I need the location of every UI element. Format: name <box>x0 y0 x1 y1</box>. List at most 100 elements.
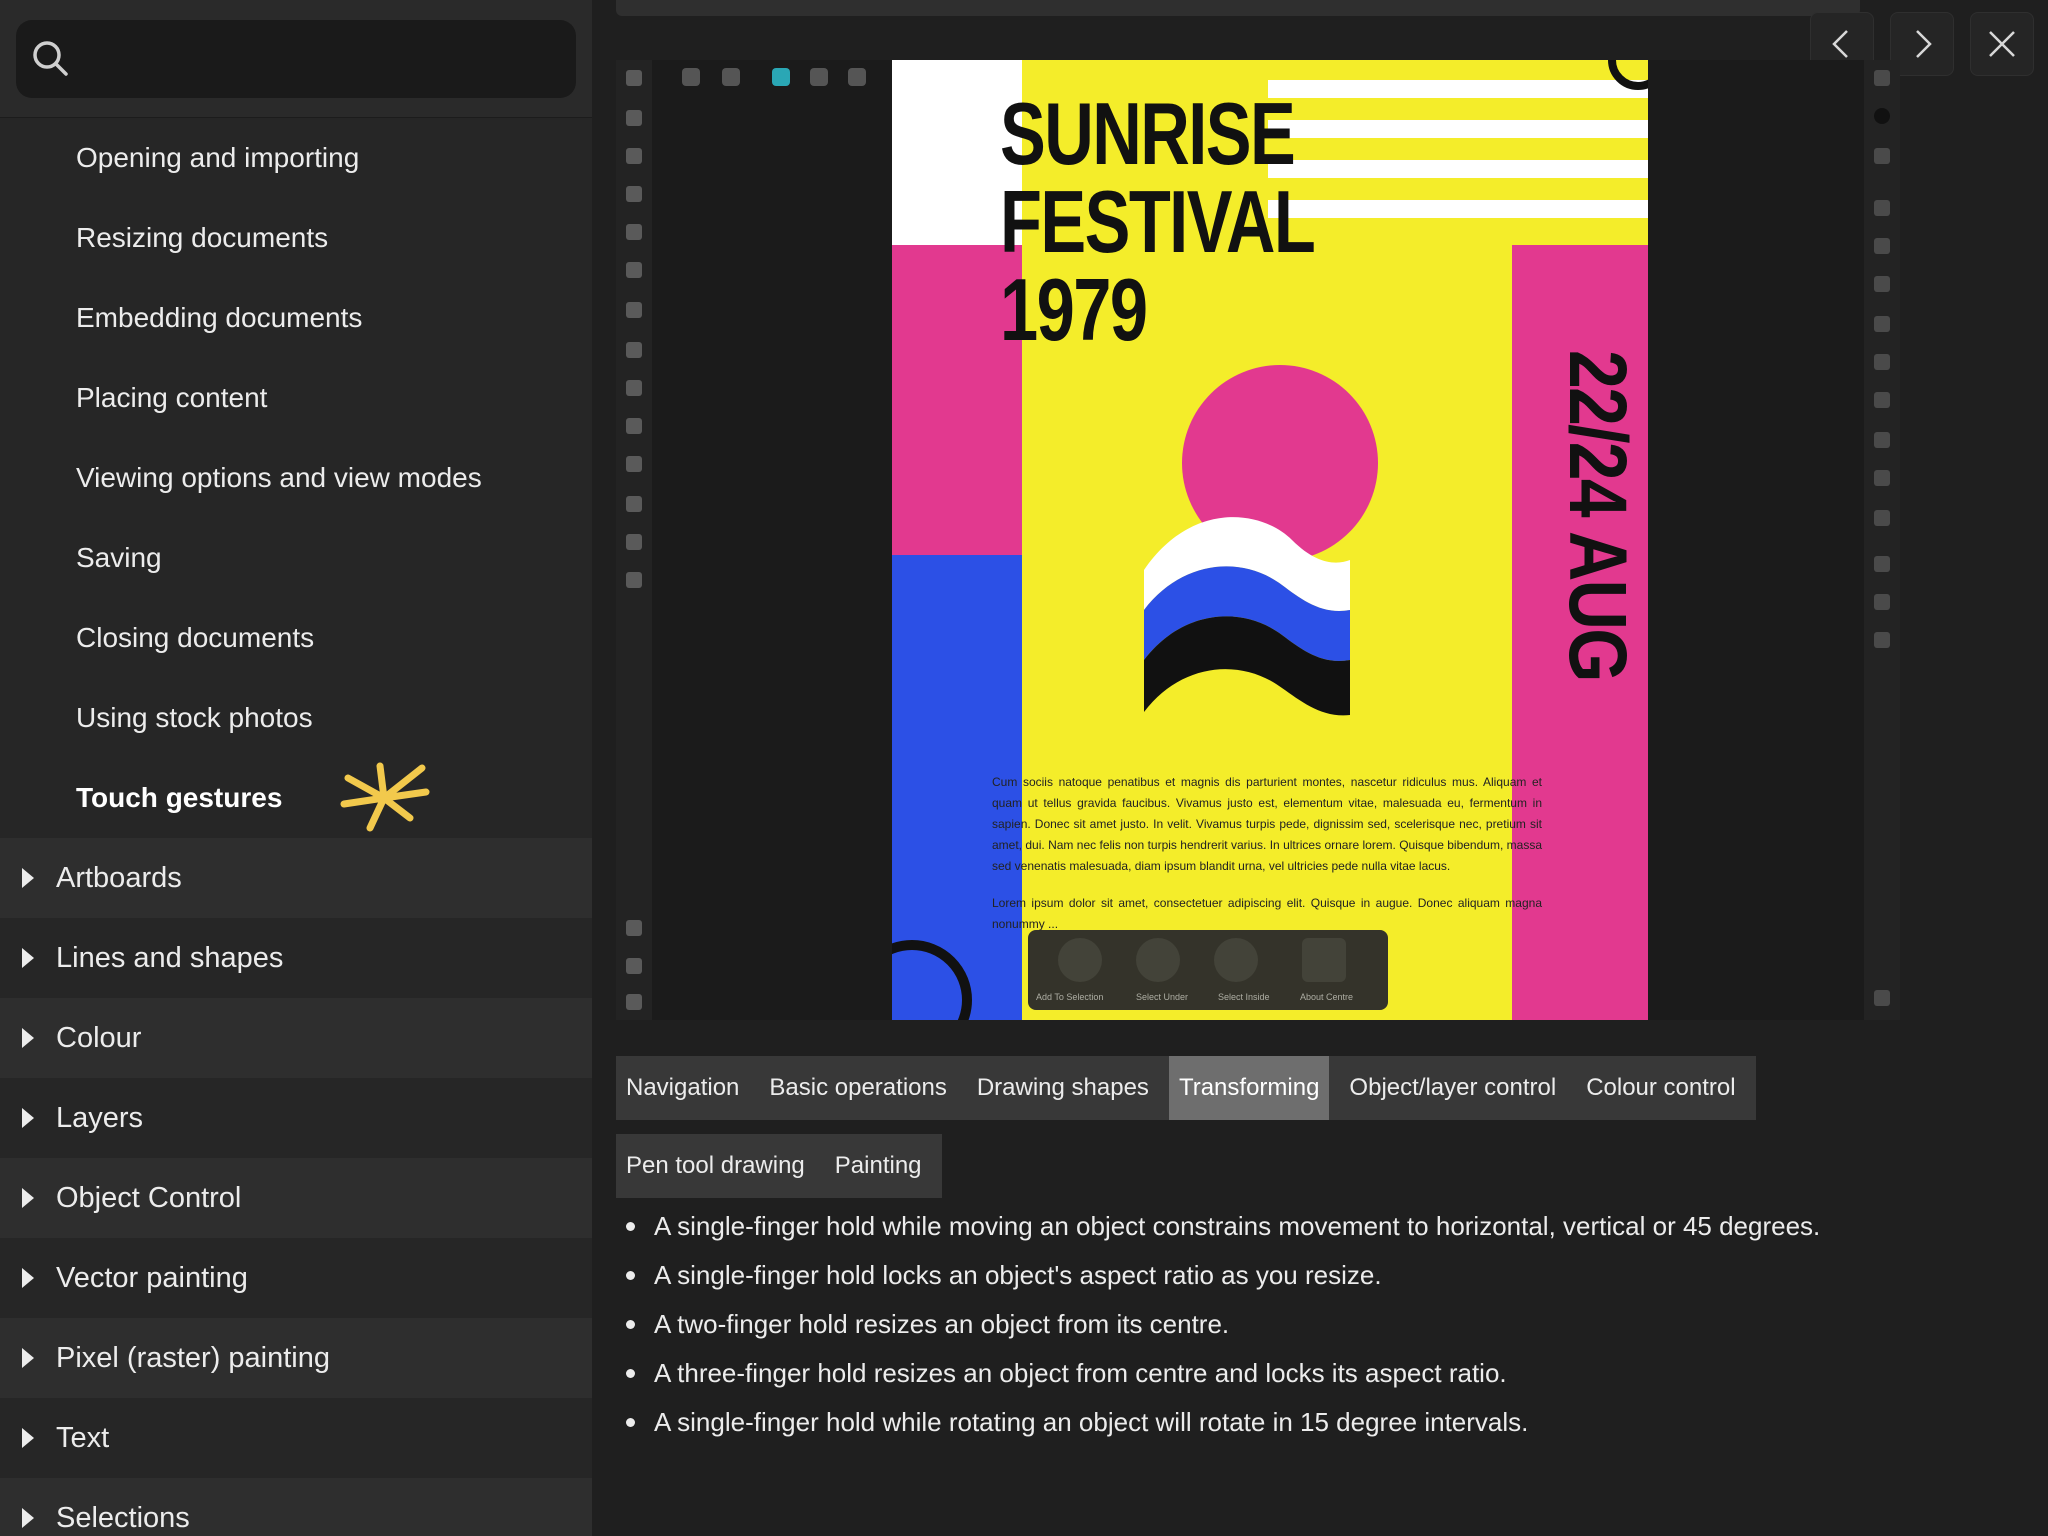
triangle-right-icon <box>0 866 56 890</box>
sidebar-item-placing-content[interactable]: Placing content <box>0 358 592 438</box>
triangle-right-icon <box>0 1266 56 1290</box>
chevron-right-icon <box>1916 30 1932 58</box>
text-styles-icon <box>1874 510 1890 526</box>
document-icon <box>682 68 700 86</box>
sidebar: Opening and importing Resizing documents… <box>0 0 592 1536</box>
list-item: A three-finger hold resizes an object fr… <box>616 1355 1836 1391</box>
section-label: Colour <box>56 1021 142 1054</box>
poster-stripe <box>1268 200 1648 218</box>
section-label: Pixel (raster) painting <box>56 1341 330 1374</box>
tab-transforming[interactable]: Transforming <box>1168 1056 1330 1120</box>
list-item: A two-finger hold resizes an object from… <box>616 1306 1836 1342</box>
section-artboards[interactable]: Artboards <box>0 838 592 918</box>
selection-context-toolbar: Add To Selection Select Under Select Ins… <box>1028 930 1388 1010</box>
sidebar-item-using-stock-photos[interactable]: Using stock photos <box>0 678 592 758</box>
back-icon <box>626 70 642 86</box>
shape-tool-icon <box>626 496 642 512</box>
corner-tool-icon <box>626 186 642 202</box>
select-inside-button[interactable] <box>1214 938 1258 982</box>
section-selections[interactable]: Selections <box>0 1478 592 1536</box>
tab-basic-operations[interactable]: Basic operations <box>759 1056 956 1120</box>
text-tool-icon <box>626 534 642 550</box>
tab-colour-control[interactable]: Colour control <box>1576 1056 1745 1120</box>
section-object-control[interactable]: Object Control <box>0 1158 592 1238</box>
section-label: Vector painting <box>56 1261 248 1294</box>
sub-item-list: Opening and importing Resizing documents… <box>0 118 592 838</box>
triangle-right-icon <box>0 946 56 970</box>
brush-tool-icon <box>626 342 642 358</box>
node-tool-icon <box>626 148 642 164</box>
tab-navigation[interactable]: Navigation <box>616 1056 749 1120</box>
top-strip <box>616 0 1860 16</box>
stroke-icon <box>1874 148 1890 164</box>
export-icon <box>848 68 866 86</box>
history-icon <box>1874 632 1890 648</box>
chevron-left-icon <box>1832 30 1848 58</box>
selection-label: Select Under <box>1136 992 1189 1002</box>
close-button[interactable] <box>1970 12 2034 76</box>
list-item: A single-finger hold locks an object's a… <box>616 1257 1836 1293</box>
move-tool-icon <box>626 110 642 126</box>
section-text[interactable]: Text <box>0 1398 592 1478</box>
paint-tool-icon <box>626 418 642 434</box>
tab-painting[interactable]: Painting <box>825 1134 932 1198</box>
swatches-icon <box>1874 316 1890 332</box>
poster-stripe <box>1268 160 1648 178</box>
section-layers[interactable]: Layers <box>0 1078 592 1158</box>
sidebar-item-viewing-options[interactable]: Viewing options and view modes <box>0 438 592 518</box>
panel-icon <box>1874 70 1890 86</box>
tab-row: Pen tool drawing Painting <box>616 1134 942 1198</box>
select-under-button[interactable] <box>1136 938 1180 982</box>
grid-icon <box>810 68 828 86</box>
effects-icon <box>1874 276 1890 292</box>
pen-tool-icon <box>626 262 642 278</box>
delete-icon <box>626 994 642 1010</box>
triangle-right-icon <box>0 1426 56 1450</box>
section-colour[interactable]: Colour <box>0 998 592 1078</box>
poster-stripe <box>1268 120 1648 138</box>
section-lines-and-shapes[interactable]: Lines and shapes <box>0 918 592 998</box>
add-to-selection-button[interactable] <box>1058 938 1102 982</box>
search-icon <box>33 41 68 76</box>
navigator-icon <box>1874 392 1890 408</box>
poster-body-text: Cum sociis natoque penatibus et magnis d… <box>992 772 1542 935</box>
persona-icon <box>772 68 790 86</box>
triangle-right-icon <box>0 1506 56 1530</box>
selection-label: Select Inside <box>1218 992 1270 1002</box>
studio-panel <box>1864 60 1900 1020</box>
tab-pen-tool-drawing[interactable]: Pen tool drawing <box>616 1134 815 1198</box>
main-panel: SUNRISE FESTIVAL 1979 22/24 AUG Cum soci… <box>592 0 2048 1536</box>
about-centre-button[interactable] <box>1302 938 1346 982</box>
section-label: Selections <box>56 1501 190 1534</box>
sidebar-item-opening-and-importing[interactable]: Opening and importing <box>0 118 592 198</box>
section-label: Lines and shapes <box>56 941 284 974</box>
layers-icon <box>1874 238 1890 254</box>
triangle-right-icon <box>0 1106 56 1130</box>
crop-tool-icon <box>626 456 642 472</box>
transform-icon <box>1874 470 1890 486</box>
tab-object-layer-control[interactable]: Object/layer control <box>1339 1056 1566 1120</box>
sidebar-item-resizing-documents[interactable]: Resizing documents <box>0 198 592 278</box>
festival-poster: SUNRISE FESTIVAL 1979 22/24 AUG Cum soci… <box>892 60 1648 1020</box>
sidebar-item-touch-gestures[interactable]: Touch gestures <box>0 758 592 838</box>
poster-title: SUNRISE FESTIVAL 1979 <box>1000 84 1316 359</box>
sidebar-item-closing-documents[interactable]: Closing documents <box>0 598 592 678</box>
assets-icon <box>1874 354 1890 370</box>
selection-label: About Centre <box>1300 992 1354 1002</box>
sidebar-item-embedding-documents[interactable]: Embedding documents <box>0 278 592 358</box>
gesture-list: A single-finger hold while moving an obj… <box>616 1208 1836 1453</box>
poster-stripe <box>1268 80 1648 98</box>
section-vector-painting[interactable]: Vector painting <box>0 1238 592 1318</box>
pencil-tool-icon <box>626 302 642 318</box>
search-input[interactable] <box>86 30 556 88</box>
section-label: Artboards <box>56 861 182 894</box>
sidebar-item-saving[interactable]: Saving <box>0 518 592 598</box>
section-list: Artboards Lines and shapes Colour Layers… <box>0 838 592 1536</box>
section-pixel-painting[interactable]: Pixel (raster) painting <box>0 1318 592 1398</box>
picker-tool-icon <box>626 572 642 588</box>
tab-drawing-shapes[interactable]: Drawing shapes <box>967 1056 1159 1120</box>
poster-paragraph: Lorem ipsum dolor sit amet, consectetuer… <box>992 896 1542 931</box>
close-small-icon <box>626 920 642 936</box>
poster-date: 22/24 AUG <box>1552 350 1643 681</box>
list-item: A single-finger hold while moving an obj… <box>616 1208 1836 1244</box>
